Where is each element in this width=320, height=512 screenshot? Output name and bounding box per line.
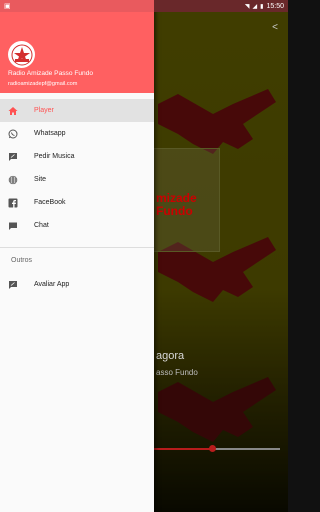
navigation-drawer: Radio Amizade Passo Fundo radioamizadepf… [0, 0, 154, 512]
drawer-header: Radio Amizade Passo Fundo radioamizadepf… [0, 0, 154, 93]
menu-item-site[interactable]: Site [0, 168, 154, 191]
status-time: 15:50 [266, 2, 284, 10]
menu-item-player[interactable]: Player [0, 99, 154, 122]
whatsapp-icon [8, 129, 18, 139]
seek-bar[interactable] [154, 445, 280, 452]
wifi-icon: ◥ [244, 3, 250, 10]
signal-icon: ◢ [252, 3, 258, 10]
status-bar: ▣ ◥ ◢ ▮ 15:50 [0, 0, 288, 12]
logo-text-line2: Fundo [156, 204, 193, 218]
app-email: radioamizadepf@gmail.com [8, 81, 78, 87]
share-icon[interactable]: < [272, 22, 278, 33]
section-title-outros: Outros [11, 257, 33, 264]
home-icon [8, 106, 18, 116]
app-name: Radio Amizade Passo Fundo [8, 70, 94, 77]
menu-item-label: Chat [34, 222, 49, 229]
now-playing-label: agora [156, 350, 185, 362]
chat-icon [8, 221, 18, 231]
menu-item-label: Whatsapp [34, 130, 66, 137]
radio-logo-icon [8, 41, 35, 68]
feedback-icon [8, 152, 18, 162]
seek-bar-thumb[interactable] [208, 445, 216, 452]
menu-item-whatsapp[interactable]: Whatsapp [0, 122, 154, 145]
menu-divider [0, 247, 154, 248]
menu-item-pedir-musica[interactable]: Pedir Musica [0, 145, 154, 168]
seek-bar-fill [154, 448, 212, 450]
drawer-menu: Player Whatsapp Pedir Musica Site FaceBo… [0, 99, 154, 296]
menu-item-label: Pedir Musica [34, 153, 75, 160]
station-logo-text: mizade Fundo [156, 192, 197, 218]
station-name-label: asso Fundo [156, 368, 198, 377]
globe-icon [8, 174, 18, 185]
menu-item-label: FaceBook [34, 199, 66, 206]
rate-icon [8, 280, 18, 290]
menu-item-label: Site [34, 176, 47, 183]
menu-item-facebook[interactable]: FaceBook [0, 191, 154, 214]
battery-icon: ▮ [260, 3, 264, 10]
menu-item-label: Player [34, 107, 54, 114]
menu-item-avaliar-app[interactable]: Avaliar App [0, 273, 154, 296]
menu-item-label: Avaliar App [34, 281, 70, 288]
facebook-icon [8, 198, 18, 208]
menu-item-chat[interactable]: Chat [0, 214, 154, 237]
drawer-scrim[interactable] [154, 12, 288, 512]
notification-icon: ▣ [4, 3, 11, 10]
player-screen-background: < mizade Fundo agora asso Fundo [154, 12, 288, 512]
